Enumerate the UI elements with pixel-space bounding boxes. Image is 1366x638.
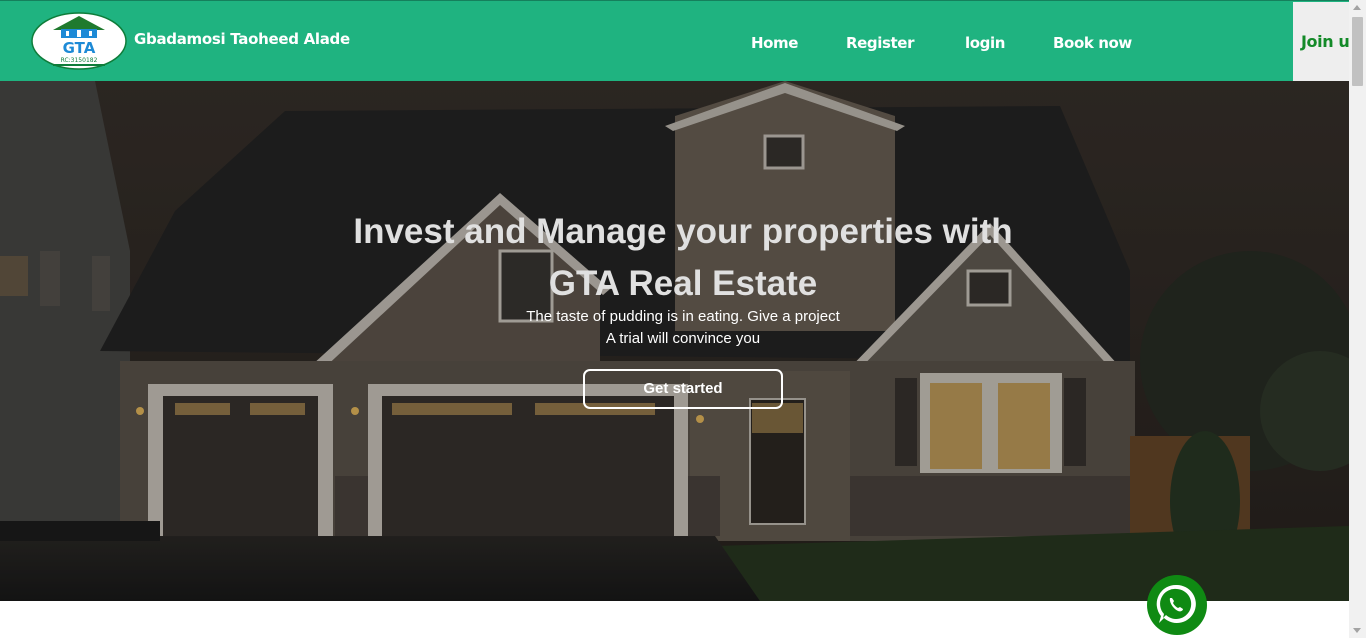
get-started-button[interactable]: Get started <box>583 369 783 409</box>
brand-name[interactable]: Gbadamosi Taoheed Alade <box>134 30 350 48</box>
hero-section: Invest and Manage your properties with G… <box>0 81 1349 601</box>
hero-subtitle: The taste of pudding is in eating. Give … <box>0 306 1349 350</box>
whatsapp-icon[interactable] <box>1147 571 1207 638</box>
scrollbar-thumb[interactable] <box>1352 17 1363 86</box>
join-us-label: Join u <box>1301 32 1349 51</box>
svg-text:GTA: GTA <box>63 39 96 57</box>
hero-subtitle-line-1: The taste of pudding is in eating. Give … <box>526 308 840 325</box>
svg-text:RC:3150182: RC:3150182 <box>61 57 98 64</box>
hero-title-line-1: Invest and Manage your properties with <box>353 212 1013 251</box>
scroll-down-arrow-icon[interactable] <box>1353 628 1361 633</box>
hero-title: Invest and Manage your properties with G… <box>0 206 1349 310</box>
join-us-button[interactable]: Join u <box>1293 2 1349 81</box>
nav-register-link[interactable]: Register <box>846 34 914 52</box>
nav-book-now-link[interactable]: Book now <box>1053 34 1132 52</box>
nav-home-link[interactable]: Home <box>751 34 798 52</box>
navbar: GTA RC:3150182 Gbadamosi Taoheed Alade H… <box>0 0 1349 81</box>
hero-subtitle-line-2: A trial will convince you <box>605 330 761 347</box>
gta-logo-icon[interactable]: GTA RC:3150182 <box>31 12 127 70</box>
hero-title-line-2: GTA Real Estate <box>548 264 818 303</box>
vertical-scrollbar[interactable] <box>1349 0 1366 638</box>
nav-login-link[interactable]: login <box>965 34 1005 52</box>
scroll-up-arrow-icon[interactable] <box>1353 5 1361 10</box>
